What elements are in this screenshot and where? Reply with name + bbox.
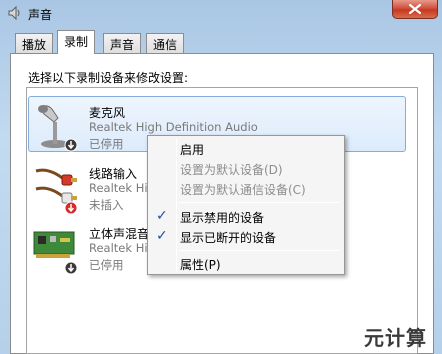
menu-item-enable[interactable]: 启用 [180, 141, 204, 158]
device-status: 已停用 [89, 258, 124, 272]
tab-recording[interactable]: 录制 [57, 30, 96, 54]
watermark-text: 元计算 [364, 326, 427, 350]
tab-communications[interactable]: 通信 [146, 33, 185, 53]
menu-separator [178, 202, 340, 203]
instruction-text: 选择以下录制设备来修改设置: [28, 71, 189, 85]
disabled-badge-icon [64, 261, 78, 275]
check-icon: ✓ [156, 228, 168, 244]
menu-item-show-disconnected[interactable]: 显示已断开的设备 [180, 229, 276, 246]
menu-item-set-default[interactable]: 设置为默认设备(D) [180, 161, 283, 178]
window-title: 声音 [28, 8, 53, 22]
device-description: Realtek Hig [89, 241, 155, 255]
check-icon: ✓ [156, 208, 168, 224]
menu-item-properties[interactable]: 属性(P) [180, 256, 221, 273]
device-status: 已停用 [89, 137, 124, 151]
device-name: 立体声混音 [89, 227, 150, 241]
menu-item-show-disabled[interactable]: 显示禁用的设备 [180, 209, 264, 226]
device-name: 麦克风 [89, 106, 126, 120]
device-description: Realtek High Definition Audio [89, 120, 258, 134]
unplugged-badge-icon [64, 201, 78, 215]
sound-card-icon [33, 231, 75, 258]
title-bar: 声音 [0, 0, 442, 28]
device-description: Realtek Hig [89, 181, 155, 195]
tab-sounds[interactable]: 声音 [103, 33, 142, 53]
device-name: 线路输入 [89, 167, 138, 181]
disabled-badge-icon [64, 138, 78, 152]
menu-gutter [176, 138, 177, 272]
context-menu: 启用 设置为默认设备(D) 设置为默认通信设备(C) ✓ 显示禁用的设备 ✓ 显… [147, 135, 345, 275]
close-x-icon [409, 4, 421, 14]
tab-playback[interactable]: 播放 [15, 33, 54, 53]
device-status: 未插入 [89, 198, 124, 212]
menu-item-set-default-comm[interactable]: 设置为默认通信设备(C) [180, 181, 306, 198]
speaker-icon [8, 6, 20, 20]
menu-separator [178, 250, 340, 251]
close-button[interactable] [392, 0, 438, 19]
